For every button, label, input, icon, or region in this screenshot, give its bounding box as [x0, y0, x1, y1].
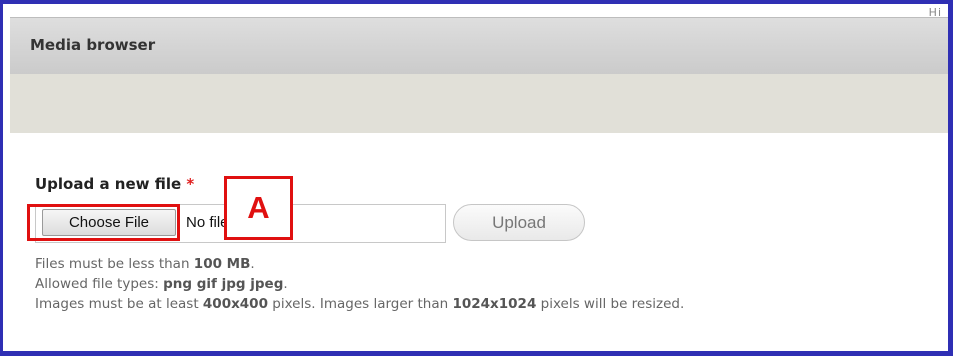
upload-button[interactable]: Upload: [453, 204, 585, 241]
dialog-title: Media browser: [30, 36, 156, 54]
help-dim-min: 400x400: [202, 296, 268, 312]
required-marker: *: [186, 175, 195, 193]
help-file-types: Allowed file types: png gif jpg jpeg.: [35, 276, 288, 292]
choose-file-highlight: [27, 204, 180, 241]
annotation-badge-a: A: [224, 176, 293, 240]
help-size-prefix: Files must be less than: [35, 256, 194, 272]
help-size-suffix: .: [250, 256, 255, 272]
dialog-titlebar: Media browser: [10, 17, 948, 75]
upload-label-text: Upload a new file: [35, 175, 182, 193]
help-types-prefix: Allowed file types:: [35, 276, 164, 292]
help-image-dimensions: Images must be at least 400x400 pixels. …: [35, 296, 684, 312]
upload-label: Upload a new file *: [35, 175, 194, 193]
top-strip: Hi: [3, 4, 948, 19]
help-dim-mid: pixels. Images larger than: [267, 296, 453, 312]
help-size-limit: Files must be less than 100 MB.: [35, 256, 255, 272]
titlebar-left-edge: [3, 17, 10, 73]
help-dim-suffix: pixels will be resized.: [536, 296, 685, 312]
help-types-value: png gif jpg jpeg: [163, 276, 284, 292]
help-types-suffix: .: [283, 276, 288, 292]
help-dim-prefix: Images must be at least: [35, 296, 203, 312]
toolbar-band: [10, 74, 948, 133]
help-size-value: 100 MB: [193, 256, 251, 272]
help-dim-max: 1024x1024: [452, 296, 537, 312]
